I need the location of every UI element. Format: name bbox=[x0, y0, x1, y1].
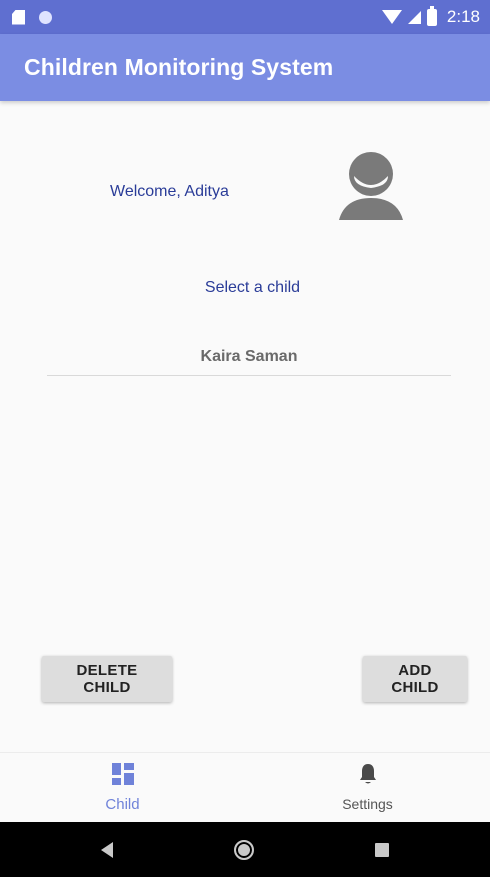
avatar-icon[interactable] bbox=[335, 150, 407, 222]
delete-child-button[interactable]: DELETE CHILD bbox=[42, 656, 172, 702]
selected-child-value: Kaira Saman bbox=[200, 347, 298, 365]
app-title: Children Monitoring System bbox=[24, 54, 334, 80]
add-child-button[interactable]: ADD CHILD bbox=[363, 656, 467, 702]
status-bar: 2:18 bbox=[0, 0, 490, 34]
status-right: 2:18 bbox=[381, 5, 480, 27]
app-screen: 2:18 Children Monitoring System Welcome,… bbox=[0, 0, 490, 877]
nav-item-settings[interactable]: Settings bbox=[245, 753, 490, 822]
sd-card-icon bbox=[12, 9, 25, 25]
welcome-text: Welcome, Aditya bbox=[110, 183, 229, 200]
system-navigation-bar bbox=[0, 822, 490, 877]
select-child-label: Select a child bbox=[204, 279, 301, 296]
status-left bbox=[12, 9, 52, 25]
app-bar: Children Monitoring System bbox=[0, 34, 490, 101]
bottom-navigation: Child Settings bbox=[0, 752, 490, 822]
wifi-icon bbox=[381, 10, 402, 24]
back-icon[interactable] bbox=[100, 841, 113, 858]
bell-icon bbox=[359, 763, 377, 790]
status-time: 2:18 bbox=[446, 7, 480, 26]
dashboard-icon bbox=[111, 762, 134, 790]
child-selector[interactable]: Kaira Saman bbox=[47, 338, 451, 376]
nav-label-settings: Settings bbox=[342, 796, 393, 812]
nav-label-child: Child bbox=[105, 795, 140, 813]
home-icon[interactable] bbox=[233, 839, 254, 860]
recents-icon[interactable] bbox=[375, 842, 390, 857]
sync-circle-icon bbox=[39, 10, 52, 24]
nav-item-child[interactable]: Child bbox=[0, 753, 245, 822]
signal-icon bbox=[407, 10, 421, 24]
battery-icon bbox=[426, 5, 437, 26]
